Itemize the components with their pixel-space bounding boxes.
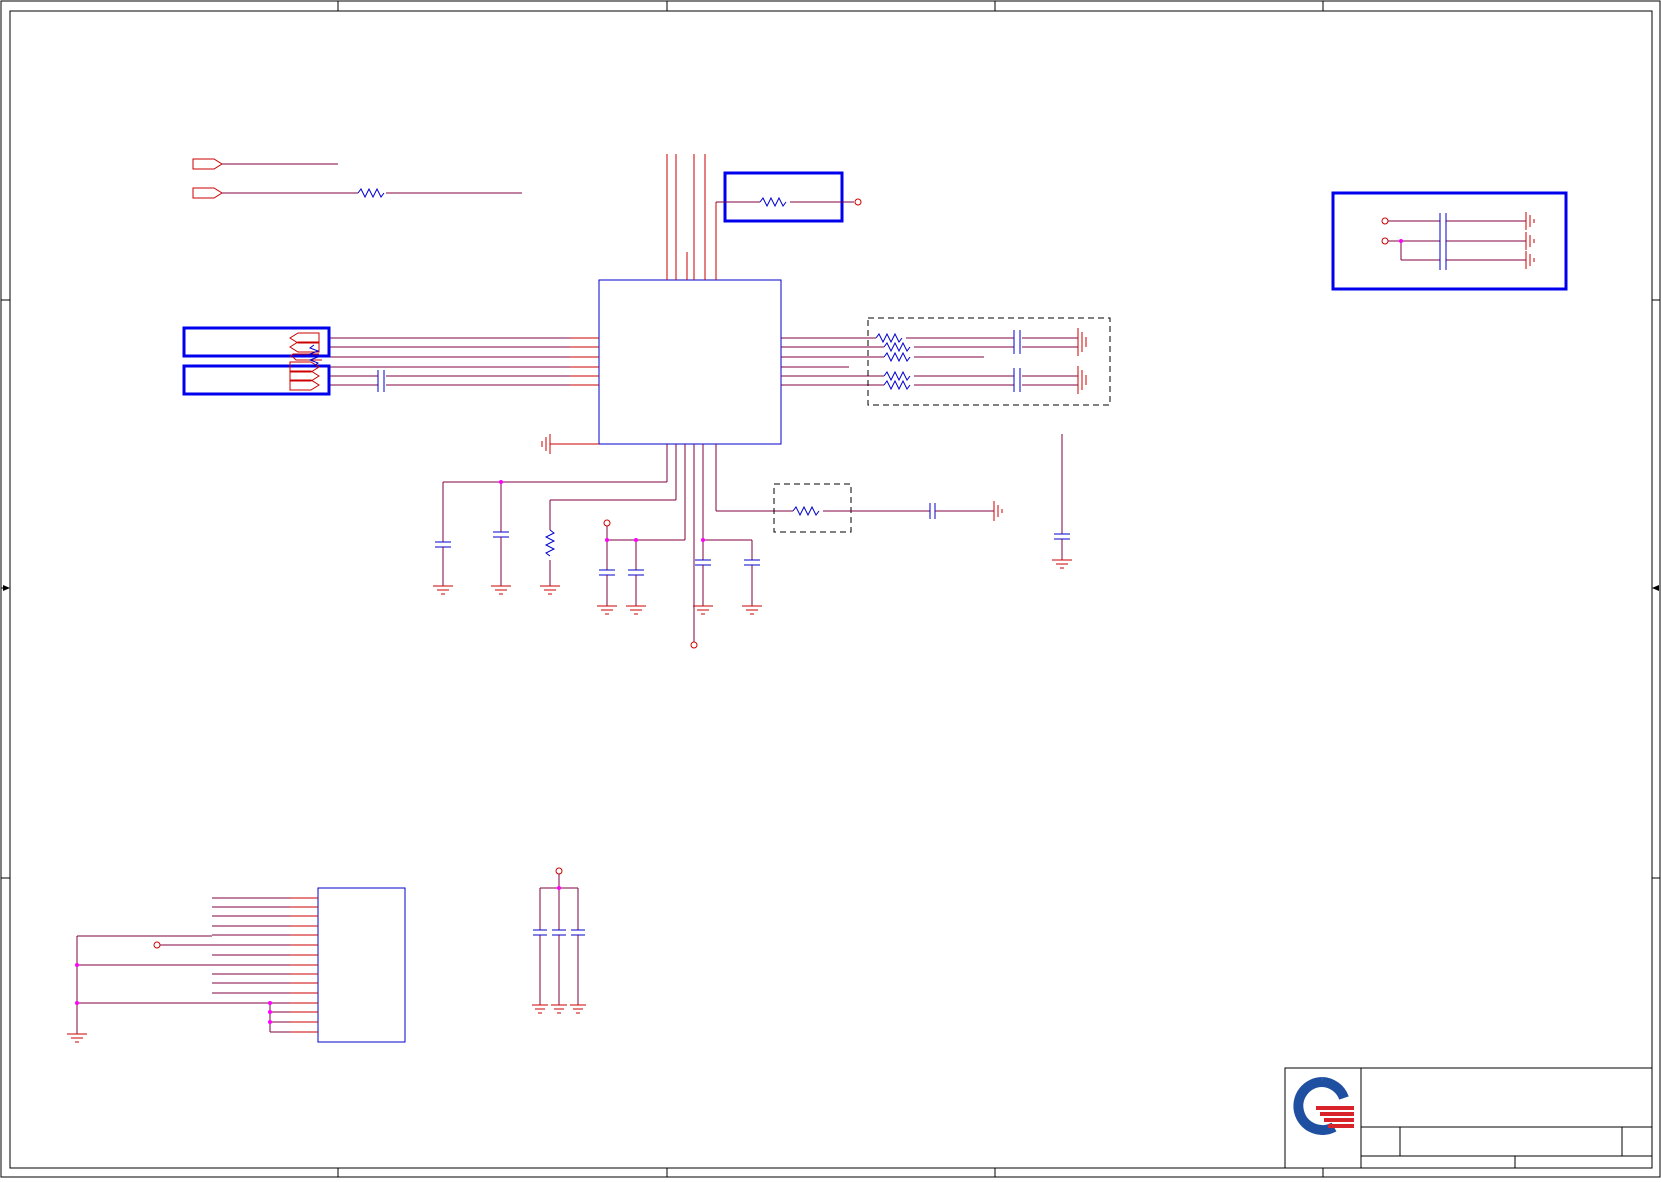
highlight-box-top-resistor (723, 171, 844, 223)
connector-pin-stubs (290, 897, 318, 1033)
top-resistor-net (716, 196, 862, 208)
ic-left-pin-stubs (570, 337, 599, 386)
ic-bottom-pins (443, 444, 787, 642)
right-nets (906, 337, 1078, 386)
resistor-r1 (357, 187, 385, 199)
bottom-left-caps (435, 480, 556, 586)
offpage-connector-1 (192, 158, 338, 170)
connector-ground (67, 1033, 87, 1043)
left-port-connectors (289, 332, 322, 391)
ic-left-pins (330, 337, 599, 386)
ground-symbols-row2 (597, 605, 762, 615)
top-right-caps (1381, 212, 1535, 270)
ic-top-pins (666, 154, 717, 280)
capacitor-c-left (377, 370, 385, 392)
connector-body (317, 887, 406, 1043)
ground-symbols-row1 (433, 585, 560, 595)
zone-arrows (1, 585, 1659, 591)
right-ground-symbols (1077, 328, 1087, 394)
company-logo (1293, 1077, 1354, 1135)
right-capacitors (1013, 330, 1021, 392)
bottom-mid-caps (599, 519, 760, 649)
schematic-sheet (0, 0, 1661, 1178)
ic-ground-left (541, 434, 599, 454)
connector-pins (76, 897, 318, 1034)
bottom-resistor-net (787, 501, 1003, 521)
schematic-canvas (0, 0, 1661, 1178)
dashed-group-right (867, 317, 1111, 406)
main-ic-body (598, 279, 782, 445)
decoupling-caps (532, 867, 586, 1014)
isolated-cap (1052, 434, 1072, 569)
right-resistor-array (875, 332, 911, 391)
sheet-frame (0, 0, 1661, 1178)
connector-test-point (153, 941, 161, 949)
ic-right-pins (781, 337, 884, 386)
offpage-connector-2 (192, 187, 522, 199)
